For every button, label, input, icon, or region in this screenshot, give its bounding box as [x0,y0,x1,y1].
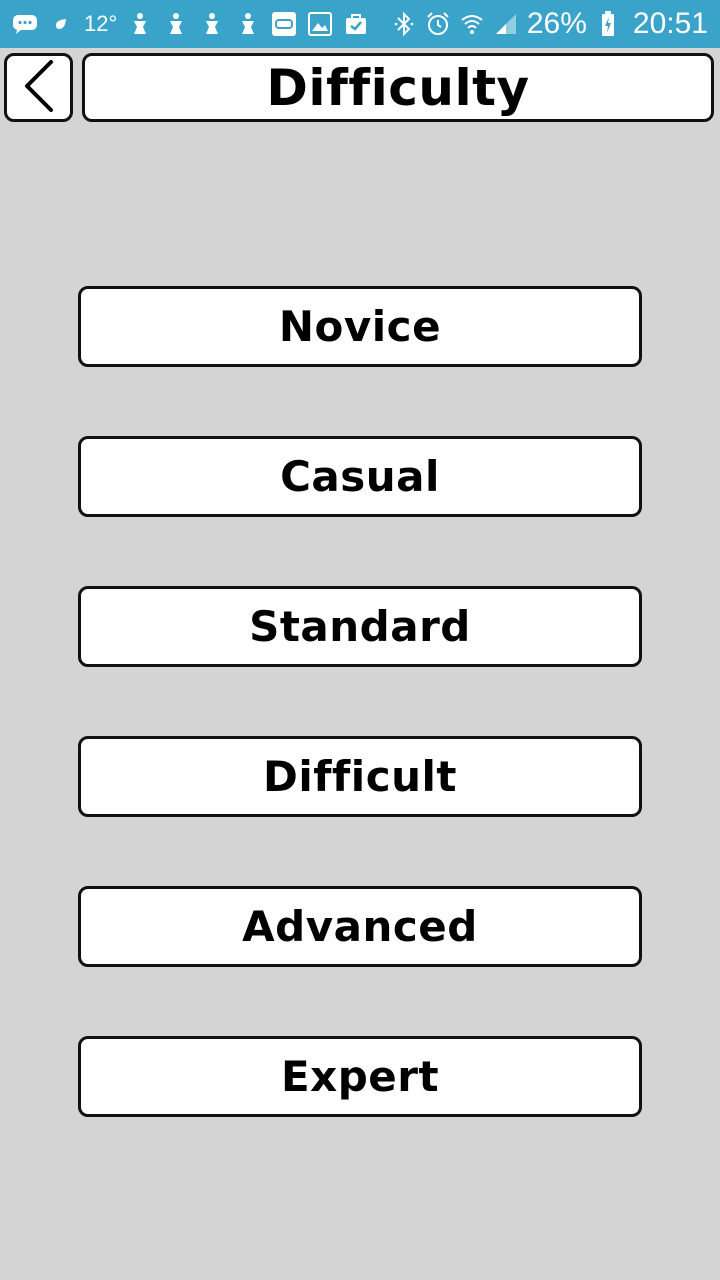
wifi-icon [459,11,485,37]
page-title: Difficulty [266,58,530,117]
battery-percent-text: 26% [526,7,587,40]
clock-text: 20:51 [632,7,708,40]
battery-charging-icon [595,11,621,37]
notification-icon [235,11,261,37]
difficulty-advanced-button[interactable]: Advanced [78,886,642,967]
notification-icon [163,11,189,37]
alarm-icon [425,11,451,37]
back-button[interactable] [4,53,73,122]
difficulty-difficult-button[interactable]: Difficult [78,736,642,817]
bluetooth-icon [391,11,417,37]
task-icon [343,11,369,37]
difficulty-expert-button[interactable]: Expert [78,1036,642,1117]
chevron-left-icon [19,58,59,118]
difficulty-option-label: Difficult [263,752,457,801]
status-bar: 12° 26% 20:51 [0,0,720,48]
difficulty-standard-button[interactable]: Standard [78,586,642,667]
notification-icon [199,11,225,37]
difficulty-option-label: Casual [280,452,440,501]
weather-icon [48,11,74,37]
chat-icon [12,11,38,37]
difficulty-option-label: Standard [249,602,471,651]
status-bar-left: 12° [12,11,391,37]
difficulty-option-label: Advanced [242,902,478,951]
temperature-text: 12° [84,11,118,36]
screen-icon [271,11,297,37]
gallery-icon [307,11,333,37]
status-bar-right: 26% 20:51 [391,7,708,41]
difficulty-option-label: Expert [280,1052,440,1101]
difficulty-casual-button[interactable]: Casual [78,436,642,517]
page-title-box: Difficulty [82,53,714,122]
notification-icon [127,11,153,37]
signal-icon [493,11,519,37]
difficulty-option-label: Novice [278,302,442,351]
difficulty-novice-button[interactable]: Novice [78,286,642,367]
